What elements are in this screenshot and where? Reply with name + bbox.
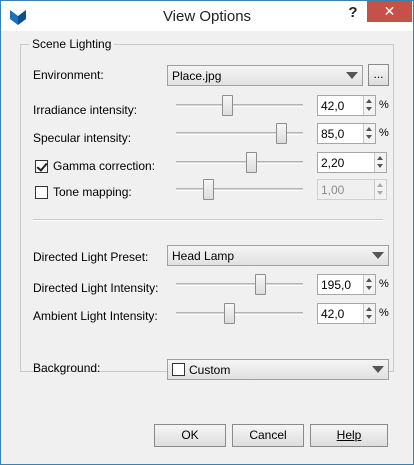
dialog-body: Scene Lighting Environment: Place.jpg ..… [8, 31, 407, 459]
tone-mapping-spinbox: 1,00 [317, 179, 387, 200]
scene-lighting-label: Scene Lighting [29, 37, 115, 51]
slider-thumb[interactable] [202, 179, 214, 200]
browse-button[interactable]: ... [368, 64, 389, 86]
ok-button[interactable]: OK [154, 424, 226, 447]
spin-down-icon [377, 191, 383, 195]
chevron-down-icon [368, 246, 388, 265]
directed-intensity-slider[interactable] [176, 274, 303, 296]
specular-label: Specular intensity: [33, 131, 132, 145]
directed-intensity-value: 195,0 [321, 278, 352, 292]
spin-up-icon [377, 183, 383, 187]
ambient-intensity-value: 42,0 [321, 307, 345, 321]
spin-up-icon[interactable] [366, 127, 372, 131]
irradiance-label: Irradiance intensity: [33, 103, 138, 117]
spin-up-icon[interactable] [366, 307, 372, 311]
ambient-intensity-label: Ambient Light Intensity: [33, 309, 158, 323]
gamma-value: 2,20 [321, 156, 345, 170]
help-button[interactable]: Help [310, 424, 388, 447]
directed-intensity-spinbox[interactable]: 195,0 [317, 274, 376, 295]
directed-preset-dropdown[interactable]: Head Lamp [167, 245, 389, 266]
title-bar: View Options ? ✕ [1, 1, 413, 31]
spin-up-icon[interactable] [366, 278, 372, 282]
help-titlebar-button[interactable]: ? [339, 2, 367, 24]
spin-up-icon[interactable] [377, 156, 383, 160]
specular-value: 85,0 [321, 127, 345, 141]
slider-thumb[interactable] [245, 152, 257, 173]
slider-thumb[interactable] [276, 123, 288, 144]
irradiance-value: 42,0 [321, 99, 345, 113]
spin-down-icon[interactable] [366, 315, 372, 319]
background-value: Custom [189, 363, 231, 377]
background-dropdown[interactable]: Custom [167, 359, 389, 380]
spin-down-icon[interactable] [366, 135, 372, 139]
directed-preset-label: Directed Light Preset: [33, 250, 149, 264]
chevron-down-icon [342, 66, 362, 85]
directed-intensity-unit: % [379, 278, 389, 290]
tone-mapping-label[interactable]: Tone mapping: [53, 185, 132, 199]
close-button[interactable]: ✕ [367, 1, 412, 22]
tone-mapping-value: 1,00 [321, 183, 345, 197]
ambient-intensity-unit: % [379, 307, 389, 319]
spin-up-icon[interactable] [366, 99, 372, 103]
spin-down-icon[interactable] [366, 107, 372, 111]
scene-lighting-group: Scene Lighting Environment: Place.jpg ..… [20, 37, 394, 372]
directed-preset-value: Head Lamp [172, 249, 235, 263]
environment-label: Environment: [33, 68, 104, 82]
cancel-button[interactable]: Cancel [232, 424, 304, 447]
irradiance-spinbox[interactable]: 42,0 [317, 95, 376, 116]
chevron-down-icon [368, 360, 388, 379]
tone-mapping-checkbox[interactable] [35, 186, 48, 199]
slider-thumb[interactable] [254, 274, 266, 295]
ambient-intensity-slider[interactable] [176, 303, 303, 325]
ambient-intensity-spinbox[interactable]: 42,0 [317, 303, 376, 324]
spin-down-icon[interactable] [366, 286, 372, 290]
color-swatch-icon [172, 363, 185, 376]
slider-thumb[interactable] [224, 303, 236, 324]
gamma-slider[interactable] [176, 152, 303, 174]
specular-spinbox[interactable]: 85,0 [317, 123, 376, 144]
section-divider [33, 219, 383, 221]
gamma-spinbox[interactable]: 2,20 [317, 152, 387, 173]
specular-slider[interactable] [176, 123, 303, 145]
environment-value: Place.jpg [172, 69, 222, 83]
gamma-label[interactable]: Gamma correction: [53, 159, 155, 173]
background-label: Background: [33, 361, 101, 375]
slider-thumb[interactable] [221, 95, 233, 116]
directed-intensity-label: Directed Light Intensity: [33, 281, 159, 295]
irradiance-unit: % [379, 99, 389, 111]
spin-down-icon[interactable] [377, 164, 383, 168]
irradiance-slider[interactable] [176, 95, 303, 117]
environment-dropdown[interactable]: Place.jpg [167, 65, 363, 86]
view-options-dialog: View Options ? ✕ Scene Lighting Environm… [0, 0, 414, 465]
specular-unit: % [379, 127, 389, 139]
tone-mapping-slider[interactable] [176, 179, 303, 201]
gamma-checkbox[interactable] [35, 160, 48, 173]
